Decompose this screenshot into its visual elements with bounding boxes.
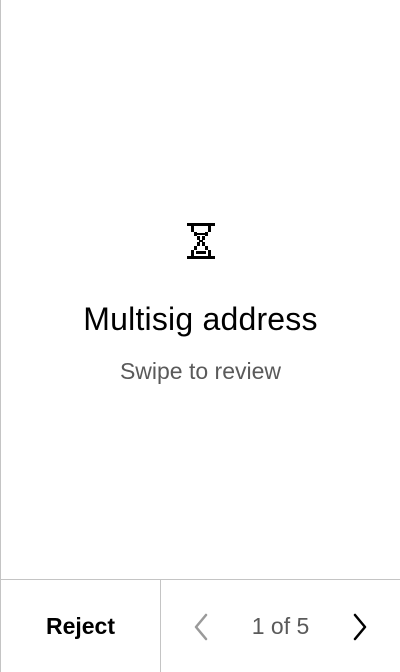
action-footer: Reject 1 of 5 bbox=[1, 579, 400, 672]
previous-page-button[interactable] bbox=[189, 611, 213, 643]
hourglass-icon bbox=[186, 223, 215, 259]
next-page-button[interactable] bbox=[348, 611, 372, 643]
page-title: Multisig address bbox=[83, 301, 318, 337]
page-indicator: 1 of 5 bbox=[251, 613, 310, 639]
reject-button[interactable]: Reject bbox=[1, 580, 161, 672]
pagination: 1 of 5 bbox=[161, 580, 400, 672]
swipe-hint: Swipe to review bbox=[119, 358, 282, 384]
chevron-right-icon bbox=[353, 613, 367, 640]
review-screen: Multisig address Swipe to review Reject … bbox=[0, 0, 400, 672]
chevron-left-icon bbox=[194, 613, 208, 640]
review-content: Multisig address Swipe to review bbox=[1, 221, 400, 386]
